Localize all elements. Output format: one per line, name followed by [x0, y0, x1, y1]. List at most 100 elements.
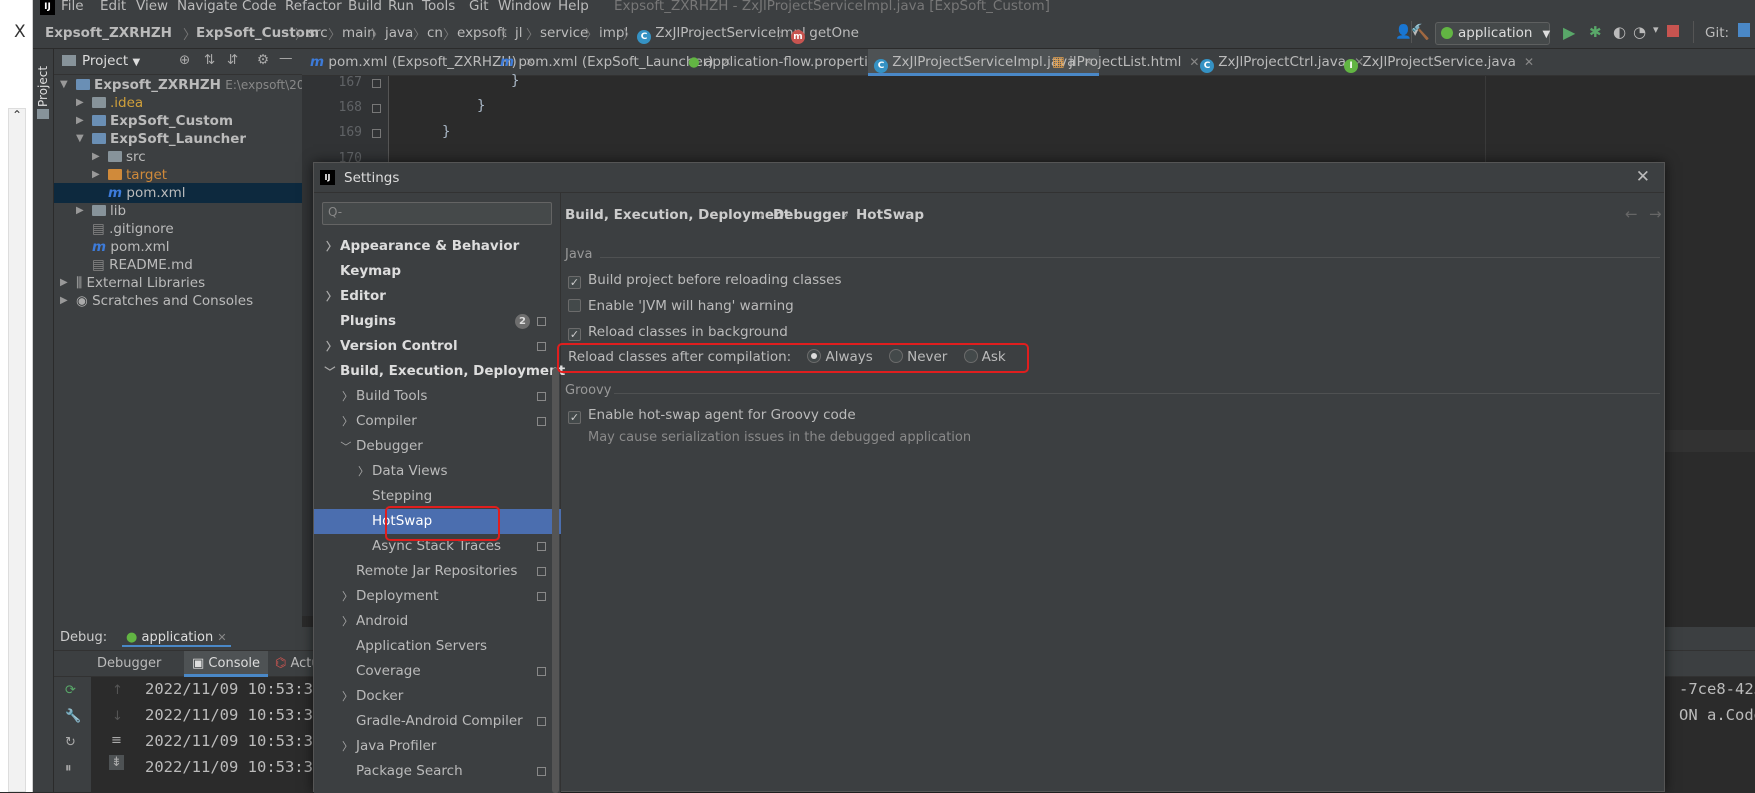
breadcrumb-src[interactable]: src — [308, 25, 328, 41]
scroll-end-icon[interactable]: ⇟ — [109, 755, 124, 770]
menu-git[interactable]: Git — [469, 0, 489, 14]
up-icon[interactable]: ↑ — [112, 683, 123, 698]
tree-item-pom-root[interactable]: m pom.xml — [54, 237, 302, 257]
breadcrumb-cn[interactable]: cn — [427, 25, 443, 41]
settings-item-version-control[interactable]: 〉 Version Control — [314, 334, 554, 359]
settings-wrench-icon[interactable]: 🔧 — [65, 709, 81, 724]
menu-navigate[interactable]: Navigate — [177, 0, 238, 14]
tree-item-target[interactable]: ▶ target — [54, 165, 302, 185]
tab-ctrl[interactable]: C ZxJlProjectCtrl.java ✕ — [1200, 49, 1364, 76]
down-icon[interactable]: ↓ — [112, 709, 123, 724]
menu-tools[interactable]: Tools — [422, 0, 455, 14]
tree-item-idea[interactable]: ▶ .idea — [54, 93, 302, 113]
breadcrumb-jl[interactable]: jl — [515, 25, 523, 41]
git-icon[interactable] — [1738, 23, 1750, 37]
build-before-reload-checkbox[interactable]: ✓ Build project before reloading classes — [568, 272, 842, 289]
expand-all-icon[interactable]: ⇅ — [204, 52, 215, 68]
run-configuration-select[interactable]: application ▼ — [1435, 22, 1550, 45]
tab-service[interactable]: I ZxJlProjectService.java ✕ — [1344, 49, 1534, 76]
tree-item-expsoft-launcher[interactable]: ▼ ExpSoft_Launcher — [54, 129, 302, 149]
settings-tree-scrollbar[interactable] — [552, 368, 559, 793]
breadcrumb-expsoft[interactable]: expsoft — [457, 25, 507, 41]
coverage-icon[interactable]: ◐ — [1613, 23, 1626, 41]
locate-icon[interactable]: ⊕ — [179, 52, 190, 68]
more-run-icon[interactable]: ▾ — [1653, 23, 1659, 36]
project-view-select[interactable]: Project ▼ — [82, 53, 140, 69]
settings-item-gradle-android[interactable]: Gradle-Android Compiler — [314, 709, 554, 734]
menu-window[interactable]: Window — [498, 0, 551, 14]
menu-build[interactable]: Build — [348, 0, 382, 14]
settings-item-debugger[interactable]: 〉 Debugger — [314, 434, 554, 459]
close-icon[interactable]: ✕ — [1636, 167, 1650, 187]
debug-icon[interactable]: ✱ — [1589, 23, 1602, 41]
gear-icon[interactable]: ⚙ — [257, 52, 269, 68]
tree-item-pom-launcher[interactable]: m pom.xml — [54, 183, 302, 203]
fold-marker-icon[interactable] — [372, 104, 381, 113]
settings-item-android[interactable]: 〉 Android — [314, 609, 554, 634]
breadcrumb-service[interactable]: service — [540, 25, 588, 41]
collapse-all-icon[interactable]: ⇵ — [227, 52, 238, 68]
intellij-logo-icon: IJ — [40, 0, 55, 15]
tree-item-gitignore[interactable]: ▤ .gitignore — [54, 219, 302, 239]
menu-help[interactable]: Help — [558, 0, 589, 14]
menu-edit[interactable]: Edit — [100, 0, 126, 14]
tree-item-root[interactable]: ▼ Expsoft_ZXRHZH E:\expsoft\2022\ — [54, 75, 324, 95]
soft-wrap-icon[interactable]: ≡ — [111, 733, 122, 748]
menu-file[interactable]: File — [61, 0, 84, 14]
close-icon[interactable]: X — [14, 22, 26, 42]
fold-marker-icon[interactable] — [372, 129, 381, 138]
debug-session-tab[interactable]: ● application ✕ — [122, 630, 231, 647]
breadcrumb-debugger[interactable]: Debugger — [773, 207, 848, 223]
menu-run[interactable]: Run — [388, 0, 414, 14]
reload-background-checkbox[interactable]: ✓ Reload classes in background — [568, 324, 788, 341]
settings-item-application-servers[interactable]: Application Servers — [314, 634, 554, 659]
rerun-icon[interactable]: ⟳ — [65, 683, 76, 698]
menu-code[interactable]: Code — [242, 0, 277, 14]
settings-item-deployment[interactable]: 〉 Deployment — [314, 584, 554, 609]
tree-item-lib[interactable]: ▶ lib — [54, 201, 302, 221]
chevron-up-icon[interactable]: ⌃ — [12, 108, 22, 122]
breadcrumb-project[interactable]: Expsoft_ZXRHZH — [45, 25, 172, 41]
settings-item-editor[interactable]: 〉 Editor — [314, 284, 554, 309]
tree-item-scratches[interactable]: ▶ ◉ Scratches and Consoles — [54, 291, 302, 311]
jvm-hang-warning-checkbox[interactable]: Enable 'JVM will hang' warning — [568, 298, 794, 314]
tab-jlprojectlist[interactable]: ▦ jlProjectList.html ✕ — [1052, 49, 1199, 76]
tab-console[interactable]: ▣ Console — [184, 651, 269, 677]
pause-icon[interactable]: ⏸ — [65, 761, 72, 776]
profiler-icon[interactable]: ◔ — [1633, 23, 1646, 41]
settings-item-compiler[interactable]: 〉 Compiler — [314, 409, 554, 434]
build-hammer-icon[interactable]: 🔨 — [1411, 23, 1430, 41]
settings-item-data-views[interactable]: 〉 Data Views — [314, 459, 554, 484]
minimize-icon[interactable]: — — [279, 50, 293, 66]
project-tool-button[interactable]: Project — [36, 57, 52, 107]
settings-item-plugins[interactable]: Plugins 2 — [314, 309, 554, 334]
tree-item-src[interactable]: ▶ src — [54, 147, 302, 167]
settings-item-coverage[interactable]: Coverage — [314, 659, 554, 684]
forward-arrow-icon[interactable]: → — [1649, 205, 1662, 223]
settings-item-appearance[interactable]: 〉 Appearance & Behavior — [314, 234, 554, 259]
groovy-hotswap-checkbox[interactable]: ✓ Enable hot-swap agent for Groovy code — [568, 407, 856, 424]
menu-view[interactable]: View — [136, 0, 168, 14]
settings-item-keymap[interactable]: Keymap — [314, 259, 554, 284]
breadcrumb-java[interactable]: java — [385, 25, 413, 41]
tree-item-external-libraries[interactable]: ▶ ⫼ External Libraries — [54, 273, 302, 293]
restore-icon[interactable]: ↻ — [65, 735, 76, 750]
tab-debugger[interactable]: Debugger — [97, 656, 161, 671]
menu-refactor[interactable]: Refactor — [285, 0, 342, 14]
tree-item-expsoft-custom[interactable]: ▶ ExpSoft_Custom — [54, 111, 302, 131]
run-icon[interactable]: ▶ — [1563, 23, 1575, 42]
fold-marker-icon[interactable] — [372, 79, 381, 88]
tree-item-readme[interactable]: ▤ README.md — [54, 255, 302, 275]
settings-item-package-search[interactable]: Package Search — [314, 759, 554, 784]
stop-icon[interactable] — [1667, 25, 1679, 37]
scrollbar[interactable] — [8, 108, 26, 792]
back-arrow-icon[interactable]: ← — [1625, 205, 1638, 223]
settings-search-input[interactable]: Q- — [322, 202, 552, 225]
settings-item-docker[interactable]: 〉 Docker — [314, 684, 554, 709]
breadcrumb-method[interactable]: m getOne — [791, 25, 859, 44]
settings-item-build-execution[interactable]: 〉 Build, Execution, Deployment — [314, 359, 565, 384]
breadcrumb-build-execution[interactable]: Build, Execution, Deployment — [565, 207, 790, 223]
settings-item-build-tools[interactable]: 〉 Build Tools — [314, 384, 554, 409]
settings-item-remote-jar[interactable]: Remote Jar Repositories — [314, 559, 554, 584]
settings-item-java-profiler[interactable]: 〉 Java Profiler — [314, 734, 554, 759]
